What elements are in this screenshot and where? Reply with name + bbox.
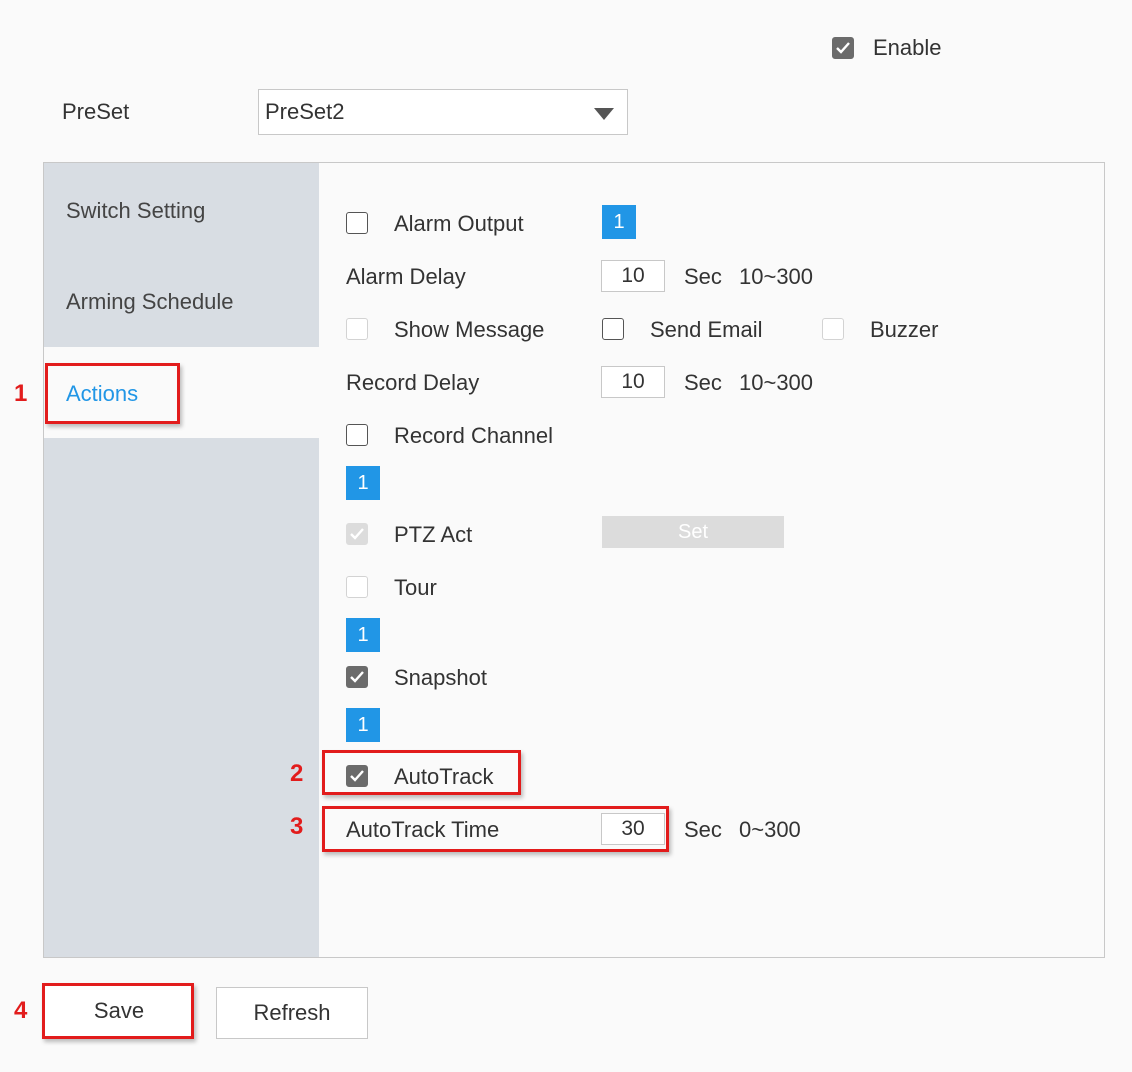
- checkmark-icon: [350, 770, 364, 782]
- alarm-delay-label: Alarm Delay: [346, 264, 466, 289]
- send-email-checkbox[interactable]: [602, 318, 624, 340]
- autotrack-time-input[interactable]: 30: [601, 813, 665, 845]
- sidebar-bottom-bg: [44, 438, 319, 957]
- sidebar-item-arming-schedule[interactable]: Arming Schedule: [66, 289, 234, 315]
- autotrack-checkbox[interactable]: [346, 765, 368, 787]
- alarm-delay-unit: Sec: [684, 264, 722, 289]
- alarm-delay-input[interactable]: 10: [601, 260, 665, 292]
- ptz-act-checkbox[interactable]: [346, 523, 368, 545]
- preset-label: PreSet: [62, 99, 130, 124]
- record-delay-input[interactable]: 10: [601, 366, 665, 398]
- send-email-label: Send Email: [650, 317, 763, 342]
- sidebar-item-switch-setting[interactable]: Switch Setting: [66, 198, 205, 224]
- sidebar-top-bg: [44, 163, 319, 347]
- annotation-marker-2: 2: [290, 760, 304, 787]
- record-channel-checkbox[interactable]: [346, 424, 368, 446]
- ptz-act-label: PTZ Act: [394, 522, 473, 547]
- checkmark-icon: [350, 671, 364, 683]
- buzzer-label: Buzzer: [870, 317, 939, 342]
- tour-channel-number[interactable]: 1: [346, 618, 380, 652]
- checkmark-icon: [836, 42, 850, 54]
- record-delay-range: 10~300: [739, 370, 814, 395]
- buzzer-checkbox[interactable]: [822, 318, 844, 340]
- tour-checkbox[interactable]: [346, 576, 368, 598]
- record-delay-unit: Sec: [684, 370, 722, 395]
- snapshot-checkbox[interactable]: [346, 666, 368, 688]
- ptz-set-button[interactable]: Set: [602, 516, 784, 548]
- annotation-marker-4: 4: [14, 997, 28, 1024]
- preset-value: PreSet2: [265, 99, 345, 124]
- snapshot-label: Snapshot: [394, 665, 487, 690]
- alarm-output-label: Alarm Output: [394, 211, 524, 236]
- preset-select[interactable]: PreSet2: [258, 89, 628, 135]
- annotation-marker-3: 3: [290, 813, 304, 840]
- refresh-button[interactable]: Refresh: [216, 987, 368, 1039]
- autotrack-time-range: 0~300: [739, 817, 801, 842]
- alarm-delay-range: 10~300: [739, 264, 814, 289]
- highlight-box-actions: [45, 363, 180, 424]
- record-channel-label: Record Channel: [394, 423, 553, 448]
- enable-checkbox[interactable]: [832, 37, 854, 59]
- alarm-output-checkbox[interactable]: [346, 212, 368, 234]
- highlight-box-save: [42, 983, 194, 1039]
- autotrack-time-label: AutoTrack Time: [346, 817, 500, 842]
- snapshot-channel-number[interactable]: 1: [346, 708, 380, 742]
- checkmark-icon: [350, 528, 364, 540]
- annotation-marker-1: 1: [14, 380, 28, 407]
- show-message-checkbox[interactable]: [346, 318, 368, 340]
- record-channel-number[interactable]: 1: [346, 466, 380, 500]
- autotrack-label: AutoTrack: [394, 764, 494, 789]
- record-delay-label: Record Delay: [346, 370, 480, 395]
- alarm-output-channel[interactable]: 1: [602, 205, 636, 239]
- enable-label: Enable: [873, 35, 942, 60]
- show-message-label: Show Message: [394, 317, 545, 342]
- tour-label: Tour: [394, 575, 437, 600]
- autotrack-time-unit: Sec: [684, 817, 722, 842]
- chevron-down-icon: [594, 108, 614, 120]
